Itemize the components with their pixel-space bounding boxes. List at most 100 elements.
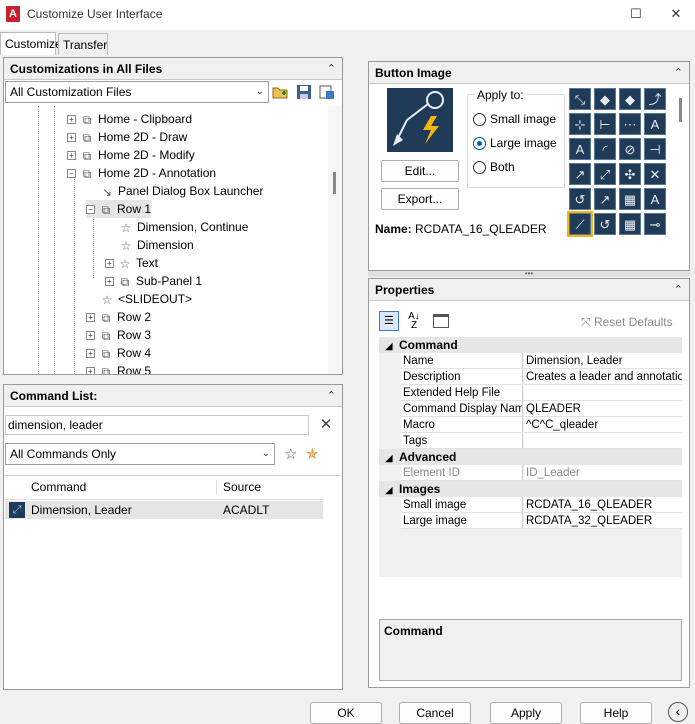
gallery-icon[interactable]: ✕	[644, 163, 666, 185]
gallery-icon[interactable]: ⊸	[644, 213, 666, 235]
expander[interactable]: −	[67, 169, 76, 179]
tree-item[interactable]: ☆ Dimension, Continue	[118, 218, 249, 236]
tree-item[interactable]: + ⧉ Home 2D - Modify	[67, 146, 195, 164]
scrollbar-thumb[interactable]	[333, 172, 336, 194]
property-value[interactable]: QLEADER	[524, 401, 682, 417]
category-images[interactable]: ◢ Images	[379, 481, 682, 497]
tree-item[interactable]: + ⧉ Row 5	[86, 362, 151, 374]
expander[interactable]: +	[86, 331, 95, 341]
category-advanced[interactable]: ◢ Advanced	[379, 449, 682, 465]
expander[interactable]: +	[86, 367, 95, 374]
expander[interactable]: +	[105, 259, 114, 269]
new-command-star-icon[interactable]: ✯	[306, 445, 324, 463]
gallery-icon[interactable]: ⊢	[594, 113, 616, 135]
tree-item[interactable]: + ⧉ Row 2	[86, 308, 151, 326]
gallery-icon[interactable]: ⊹	[569, 113, 591, 135]
open-folder-icon[interactable]	[272, 84, 288, 100]
gallery-icon[interactable]: ⊣	[644, 138, 666, 160]
gallery-icon[interactable]: ↺	[594, 213, 616, 235]
gallery-icon[interactable]: A	[569, 138, 591, 160]
radio-circle[interactable]	[473, 113, 486, 127]
tree-item[interactable]: + ⧉ Sub-Panel 1	[105, 272, 202, 290]
gallery-icon[interactable]: A	[644, 188, 666, 210]
property-value[interactable]: Dimension, Leader	[524, 353, 682, 369]
collapse-arrow-icon[interactable]: ◢	[379, 338, 399, 354]
categorized-icon[interactable]: ☰	[379, 311, 399, 331]
gallery-icon[interactable]: A	[644, 113, 666, 135]
collapse-icon[interactable]: ⌃	[327, 58, 336, 80]
tab-customize[interactable]: Customize	[0, 32, 62, 55]
tree-item[interactable]: ☆ <SLIDEOUT>	[99, 290, 192, 308]
category-command[interactable]: ◢ Command	[379, 337, 682, 353]
collapse-arrow-icon[interactable]: ◢	[379, 482, 399, 498]
gallery-icon[interactable]: ↺	[569, 188, 591, 210]
radio-large-image[interactable]: Large image	[473, 136, 557, 151]
help-button[interactable]: Help	[580, 702, 652, 724]
maximize-button[interactable]: ☐	[622, 4, 650, 24]
alphabetical-sort-icon[interactable]: A↓ Z	[405, 312, 423, 331]
tree-item[interactable]: + ⧉ Home 2D - Draw	[67, 128, 187, 146]
tree-item[interactable]: + ⧉ Home - Clipboard	[67, 110, 192, 128]
gallery-icon[interactable]: ⋯	[619, 113, 641, 135]
export-button[interactable]: Export...	[381, 188, 459, 210]
tree-scrollbar[interactable]	[328, 106, 342, 374]
collapse-icon[interactable]: ⌃	[674, 62, 683, 84]
radio-circle-selected[interactable]	[473, 137, 486, 151]
command-search-input[interactable]: dimension, leader	[5, 415, 309, 435]
column-header-command[interactable]: Command	[31, 480, 217, 494]
gallery-icon[interactable]: ⊘	[619, 138, 641, 160]
property-value[interactable]: RCDATA_32_QLEADER	[524, 513, 682, 529]
save-icon[interactable]	[296, 84, 312, 100]
gallery-icon[interactable]: ⤢	[594, 163, 616, 185]
property-pages-icon[interactable]	[433, 314, 449, 328]
table-row[interactable]: ⤢ Dimension, Leader ACADLT	[5, 501, 323, 519]
gallery-icon[interactable]: ✣	[619, 163, 641, 185]
expander[interactable]: −	[86, 205, 95, 215]
collapse-icon[interactable]: ⌃	[674, 279, 683, 301]
radio-circle[interactable]	[473, 161, 486, 175]
tree-item[interactable]: + ⧉ Row 3	[86, 326, 151, 344]
property-value[interactable]	[524, 385, 682, 401]
column-header-source[interactable]: Source	[223, 480, 313, 494]
gallery-scrollbar-thumb[interactable]	[679, 98, 682, 122]
clear-search-icon[interactable]: ✕	[317, 415, 335, 435]
gallery-icon[interactable]: ▦	[619, 213, 641, 235]
panel-splitter[interactable]: •••	[368, 270, 690, 278]
customization-file-select[interactable]: All Customization Files ⌄	[5, 81, 269, 103]
property-value[interactable]	[524, 433, 682, 449]
expander[interactable]: +	[67, 115, 76, 125]
close-button[interactable]: ✕	[662, 4, 690, 24]
gallery-icon[interactable]: ⟋	[567, 211, 593, 237]
gallery-icon[interactable]: ⤡	[569, 88, 591, 110]
command-filter-select[interactable]: All Commands Only ⌄	[5, 443, 275, 465]
radio-small-image[interactable]: Small image	[473, 112, 556, 127]
apply-button[interactable]: Apply	[490, 702, 562, 724]
new-command-icon[interactable]: ☆	[284, 445, 300, 463]
expander[interactable]: +	[67, 133, 76, 143]
gallery-icon[interactable]: ↗	[594, 188, 616, 210]
gallery-icon[interactable]: ▦	[619, 188, 641, 210]
tab-transfer[interactable]: Transfer	[58, 33, 108, 55]
gallery-icon[interactable]: ⤴	[644, 88, 666, 110]
tree-item-selected[interactable]: − ⧉ Row 1	[86, 200, 152, 218]
cancel-button[interactable]: Cancel	[399, 702, 471, 724]
property-value[interactable]: ^C^C_qleader	[524, 417, 682, 433]
ok-button[interactable]: OK	[310, 702, 382, 724]
radio-both[interactable]: Both	[473, 160, 515, 175]
tree-item[interactable]: − ⧉ Home 2D - Annotation	[67, 164, 216, 182]
gallery-icon[interactable]: ◆	[619, 88, 641, 110]
tree-item[interactable]: + ⧉ Row 4	[86, 344, 151, 362]
gallery-icon[interactable]: ◆	[594, 88, 616, 110]
edit-button[interactable]: Edit...	[381, 160, 459, 182]
gallery-icon[interactable]: ◜	[594, 138, 616, 160]
expander[interactable]: +	[67, 151, 76, 161]
property-value[interactable]: Creates a leader and annotation:	[524, 369, 682, 385]
gallery-icon[interactable]: ↗	[569, 163, 591, 185]
collapse-dialog-icon[interactable]: ‹	[668, 702, 688, 722]
expander[interactable]: +	[86, 313, 95, 323]
expander[interactable]: +	[86, 349, 95, 359]
expander[interactable]: +	[105, 277, 114, 287]
collapse-arrow-icon[interactable]: ◢	[379, 450, 399, 466]
collapse-icon[interactable]: ⌃	[327, 385, 336, 407]
property-value[interactable]: RCDATA_16_QLEADER	[524, 497, 682, 513]
